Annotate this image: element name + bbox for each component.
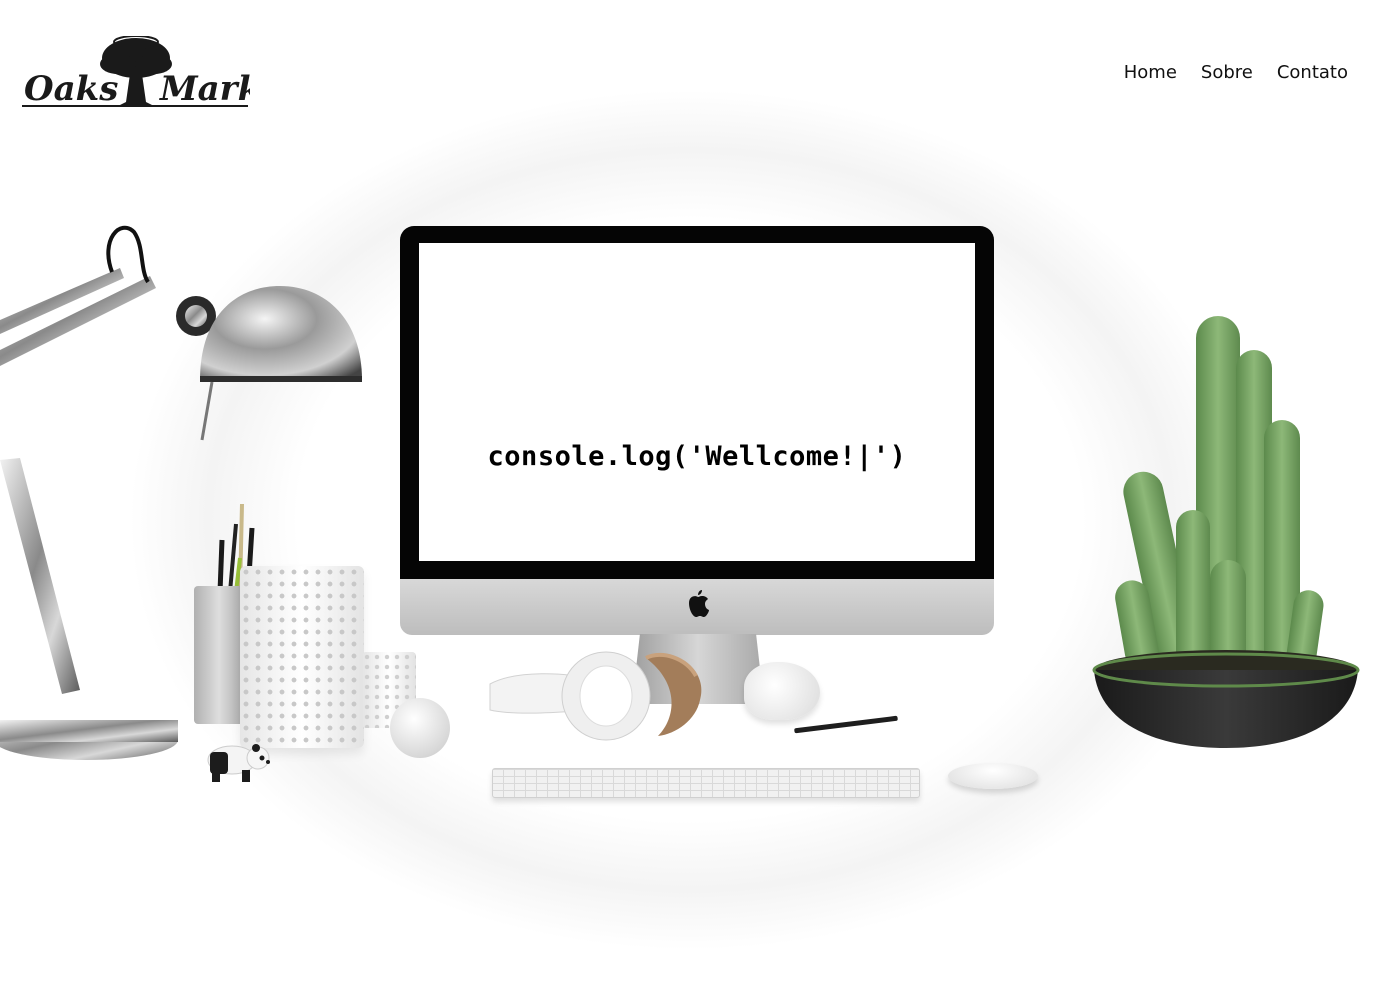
apple-logo-icon [689, 590, 709, 617]
mouse [948, 763, 1038, 789]
keyboard [492, 768, 920, 798]
crumpled-paper [744, 662, 820, 720]
page: Oaks Mark Home Sobre Contato [0, 0, 1380, 995]
glass-sphere [390, 698, 450, 758]
cactus-plant-image [1092, 316, 1360, 748]
pen-holder-white [240, 566, 364, 748]
headphones-image [489, 651, 702, 741]
pencil [794, 715, 898, 734]
monitor-bottom-bezel [400, 561, 994, 579]
pen-holder-gray [194, 586, 244, 724]
panda-figurine-image [207, 744, 270, 782]
console-welcome-text: console.log('Wellcome!|') [487, 441, 907, 472]
monitor-screen: console.log('Wellcome!|') [419, 243, 975, 561]
hero-scene: console.log('Wellcome!|') [0, 0, 1380, 995]
